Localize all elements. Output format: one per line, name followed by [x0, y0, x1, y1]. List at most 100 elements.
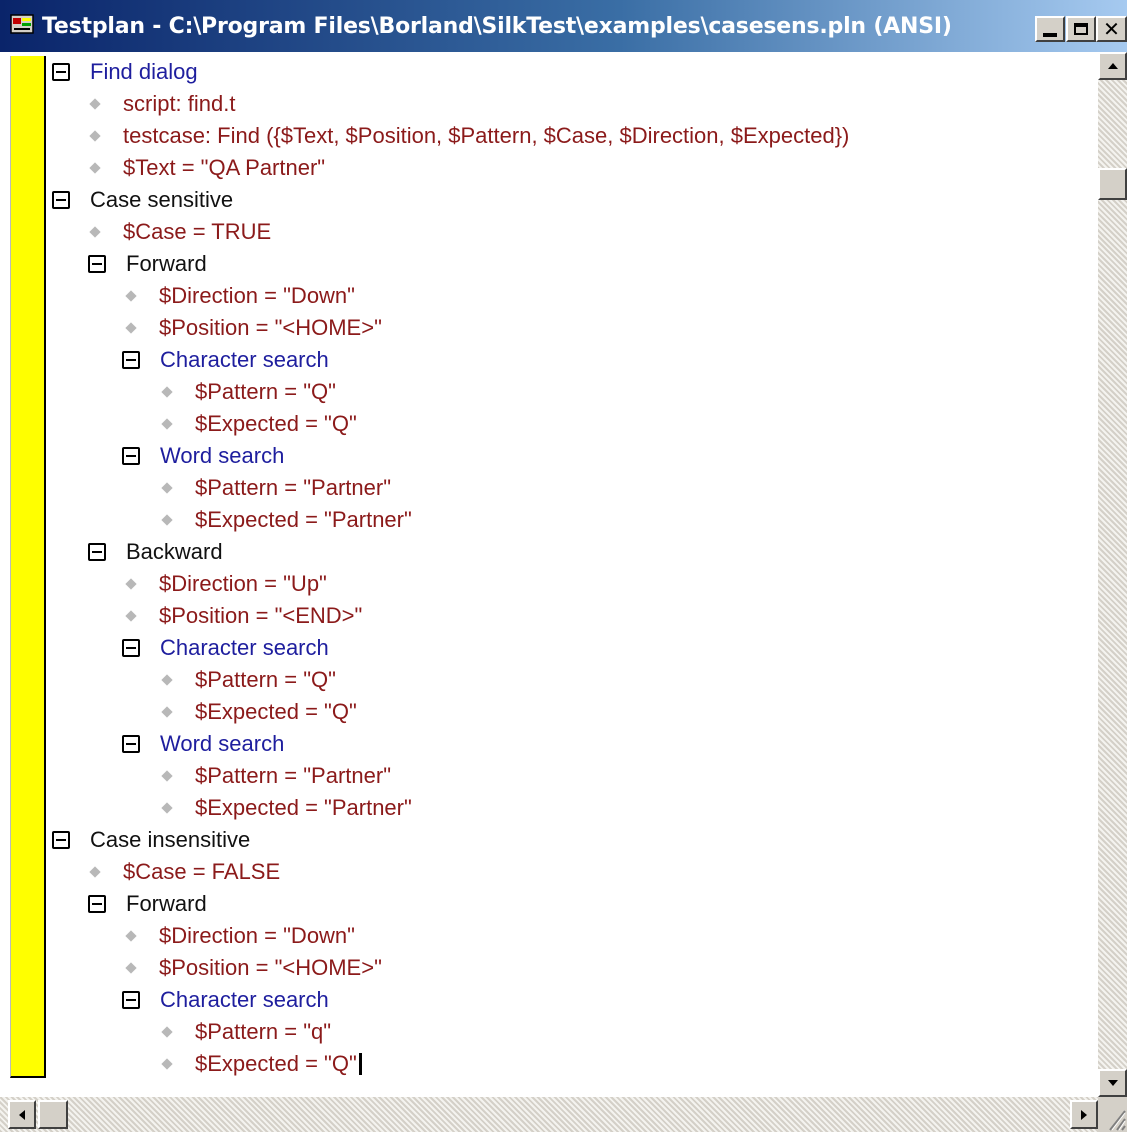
diamond-bullet-icon: [126, 931, 137, 942]
statement-text[interactable]: $Position = "<HOME>": [159, 955, 382, 981]
scroll-left-button[interactable]: [8, 1100, 36, 1129]
statement-text[interactable]: $Direction = "Down": [159, 283, 355, 309]
collapse-toggle-icon[interactable]: [52, 63, 70, 81]
vertical-scrollbar[interactable]: [1098, 52, 1127, 1097]
statement-text[interactable]: $Pattern = "Partner": [195, 763, 391, 789]
outline-statement-row[interactable]: $Position = "<HOME>": [122, 312, 382, 344]
collapse-toggle-icon[interactable]: [88, 255, 106, 273]
statement-text[interactable]: $Position = "<HOME>": [159, 315, 382, 341]
group-label[interactable]: Find dialog: [90, 59, 198, 85]
collapse-toggle-icon[interactable]: [122, 351, 140, 369]
diamond-bullet-icon: [162, 707, 173, 718]
outline-group-row[interactable]: Forward: [88, 248, 207, 280]
outline-statement-row[interactable]: $Expected = "Q": [158, 408, 357, 440]
outline-group-row[interactable]: Character search: [122, 344, 329, 376]
vertical-scroll-thumb[interactable]: [1098, 168, 1127, 200]
outline-statement-row[interactable]: $Direction = "Down": [122, 280, 355, 312]
diamond-bullet-icon: [126, 579, 137, 590]
group-label[interactable]: Word search: [160, 443, 284, 469]
statement-text[interactable]: $Expected = "Partner": [195, 795, 412, 821]
diamond-bullet-icon: [90, 163, 101, 174]
outline-statement-row[interactable]: $Case = FALSE: [86, 856, 280, 888]
outline-group-row[interactable]: Word search: [122, 728, 284, 760]
outline-statement-row[interactable]: $Pattern = "Q": [158, 664, 336, 696]
outline-statement-row[interactable]: $Position = "<END>": [122, 600, 362, 632]
statement-text[interactable]: $Expected = "Q": [195, 699, 357, 725]
title-bar[interactable]: Testplan - C:\Program Files\Borland\Silk…: [0, 0, 1127, 52]
outline-statement-row[interactable]: $Pattern = "q": [158, 1016, 331, 1048]
statement-text[interactable]: $Pattern = "Q": [195, 379, 336, 405]
scroll-right-button[interactable]: [1070, 1100, 1098, 1129]
outline-statement-row[interactable]: $Case = TRUE: [86, 216, 271, 248]
statement-text[interactable]: $Expected = "Q": [195, 411, 357, 437]
outline-statement-row[interactable]: $Direction = "Down": [122, 920, 355, 952]
minimize-icon: [1043, 33, 1057, 37]
outline-group-row[interactable]: Forward: [88, 888, 207, 920]
group-label[interactable]: Forward: [126, 251, 207, 277]
outline-group-row[interactable]: Word search: [122, 440, 284, 472]
collapse-toggle-icon[interactable]: [122, 991, 140, 1009]
group-label[interactable]: Forward: [126, 891, 207, 917]
outline-group-row[interactable]: Backward: [88, 536, 223, 568]
outline-statement-row[interactable]: $Expected = "Partner": [158, 792, 412, 824]
collapse-toggle-icon[interactable]: [122, 447, 140, 465]
group-label[interactable]: Word search: [160, 731, 284, 757]
outline-statement-row[interactable]: testcase: Find ({$Text, $Position, $Patt…: [86, 120, 849, 152]
outline-statement-row[interactable]: $Text = "QA Partner": [86, 152, 325, 184]
statement-text[interactable]: $Position = "<END>": [159, 603, 362, 629]
scroll-left-arrow-icon: [19, 1109, 25, 1120]
statement-text[interactable]: $Text = "QA Partner": [123, 155, 325, 181]
horizontal-scrollbar[interactable]: [0, 1097, 1098, 1132]
statement-text[interactable]: testcase: Find ({$Text, $Position, $Patt…: [123, 123, 849, 149]
outline-group-row[interactable]: Find dialog: [52, 56, 198, 88]
statement-text[interactable]: $Direction = "Up": [159, 571, 327, 597]
outline-group-row[interactable]: Character search: [122, 984, 329, 1016]
collapse-toggle-icon[interactable]: [88, 543, 106, 561]
statement-text[interactable]: $Direction = "Down": [159, 923, 355, 949]
horizontal-scroll-thumb[interactable]: [38, 1100, 68, 1129]
scroll-down-arrow-icon: [1107, 1080, 1118, 1086]
group-label[interactable]: Case insensitive: [90, 827, 250, 853]
statement-text[interactable]: script: find.t: [123, 91, 235, 117]
maximize-button[interactable]: [1066, 16, 1096, 42]
outline-statement-row[interactable]: $Pattern = "Partner": [158, 472, 391, 504]
collapse-toggle-icon[interactable]: [122, 735, 140, 753]
statement-text[interactable]: $Expected = "Partner": [195, 507, 412, 533]
outline-group-row[interactable]: Case insensitive: [52, 824, 250, 856]
outline-statement-row[interactable]: $Pattern = "Q": [158, 376, 336, 408]
outline-statement-row[interactable]: $Expected = "Partner": [158, 504, 412, 536]
group-label[interactable]: Character search: [160, 635, 329, 661]
group-label[interactable]: Backward: [126, 539, 223, 565]
size-grip[interactable]: [1098, 1097, 1127, 1132]
statement-text[interactable]: $Pattern = "Q": [195, 667, 336, 693]
outline-group-row[interactable]: Case sensitive: [52, 184, 233, 216]
scroll-down-button[interactable]: [1098, 1069, 1127, 1097]
collapse-toggle-icon[interactable]: [52, 191, 70, 209]
outline-statement-row[interactable]: $Direction = "Up": [122, 568, 327, 600]
outline-statement-row[interactable]: script: find.t: [86, 88, 235, 120]
minimize-button[interactable]: [1035, 16, 1065, 42]
statement-text[interactable]: $Case = TRUE: [123, 219, 271, 245]
statement-text[interactable]: $Pattern = "q": [195, 1019, 331, 1045]
scroll-up-button[interactable]: [1098, 52, 1127, 80]
testplan-editor[interactable]: Find dialog script: find.t testcase: Find …: [0, 52, 1098, 1097]
collapse-toggle-icon[interactable]: [122, 639, 140, 657]
collapse-toggle-icon[interactable]: [88, 895, 106, 913]
outline-group-row[interactable]: Character search: [122, 632, 329, 664]
group-label[interactable]: Character search: [160, 347, 329, 373]
group-label[interactable]: Character search: [160, 987, 329, 1013]
outline-statement-row[interactable]: $Expected = "Q": [158, 696, 357, 728]
diamond-bullet-icon: [90, 99, 101, 110]
group-label[interactable]: Case sensitive: [90, 187, 233, 213]
diamond-bullet-icon: [90, 131, 101, 142]
outline-statement-row[interactable]: $Pattern = "Partner": [158, 760, 391, 792]
testplan-app-icon[interactable]: [10, 13, 36, 37]
collapse-toggle-icon[interactable]: [52, 831, 70, 849]
outline-statement-row[interactable]: $Expected = "Q": [158, 1048, 362, 1080]
close-button[interactable]: ✕: [1096, 16, 1127, 42]
statement-text[interactable]: $Pattern = "Partner": [195, 475, 391, 501]
diamond-bullet-icon: [162, 515, 173, 526]
outline-statement-row[interactable]: $Position = "<HOME>": [122, 952, 382, 984]
statement-text[interactable]: $Case = FALSE: [123, 859, 280, 885]
statement-text[interactable]: $Expected = "Q": [195, 1051, 357, 1077]
